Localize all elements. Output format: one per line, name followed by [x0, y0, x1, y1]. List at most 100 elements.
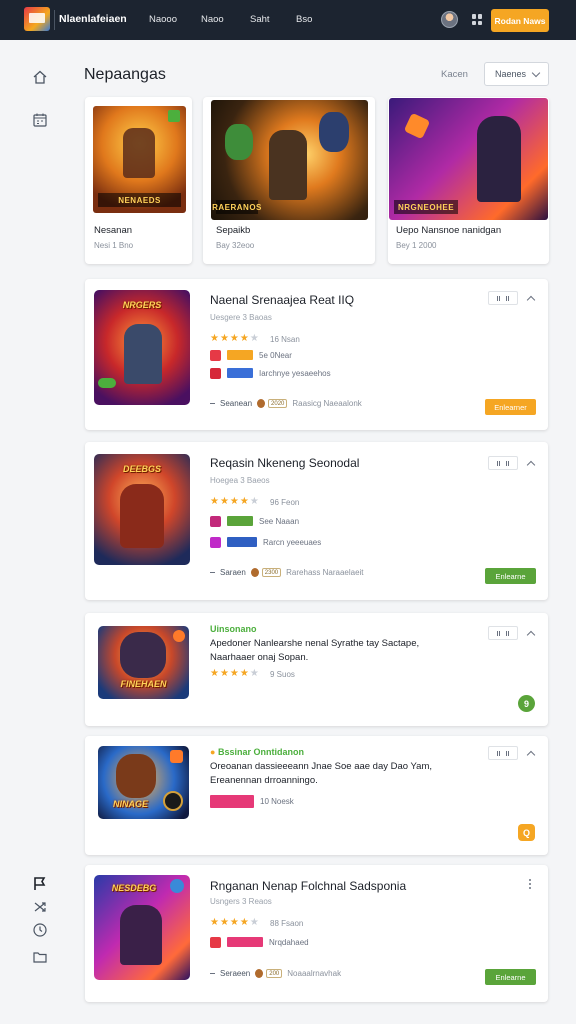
star-rating: ★★★★★ — [210, 917, 260, 928]
card-action-button[interactable]: Enlearne — [485, 568, 536, 584]
tag-text: Iarchnye yesaeehos — [259, 368, 331, 378]
tag-text: 5e 0Near — [259, 350, 292, 360]
tag-icon — [210, 536, 221, 548]
top-bar: Nlaenlafeiaen Naooo Naoo Saht Bso Rodan … — [0, 0, 576, 40]
featured-subtitle: Nesi 1 Bno — [94, 241, 134, 250]
brand-name: Nlaenlafeiaen — [59, 13, 127, 25]
card-controls[interactable] — [488, 456, 536, 470]
card-controls[interactable] — [488, 291, 536, 305]
nav-item-1[interactable]: Naooo — [149, 14, 177, 25]
featured-image: NENAEDS — [93, 106, 186, 213]
game-title[interactable]: Naenal Srenaajea Reat IIQ — [210, 293, 354, 307]
chevron-up-icon[interactable] — [526, 295, 536, 304]
featured-subtitle: Bey 1 2000 — [396, 241, 437, 250]
tag-row: 10 Noesk — [210, 794, 294, 808]
pause-icon[interactable] — [488, 746, 518, 760]
rating-count: 88 Fsaon — [270, 919, 304, 928]
top-cta-button[interactable]: Rodan Naws — [491, 9, 549, 32]
chevron-up-icon[interactable] — [526, 630, 536, 639]
pause-icon[interactable] — [488, 291, 518, 305]
nav-item-3[interactable]: Saht — [250, 14, 270, 25]
game-heading[interactable]: Uinsonano — [210, 624, 257, 634]
featured-card[interactable]: NRGNEOHEE Uepo Nansnoe nanidgan Bey 1 20… — [388, 97, 549, 264]
calendar-icon[interactable] — [32, 112, 48, 128]
chevron-up-icon[interactable] — [526, 460, 536, 469]
card-action-button[interactable]: Enlearner — [485, 399, 536, 415]
featured-title: Sepaikb — [216, 225, 251, 236]
pause-icon[interactable] — [488, 456, 518, 470]
game-card[interactable]: NRGERS Naenal Srenaajea Reat IIQ Uesgere… — [85, 279, 548, 430]
game-thumbnail[interactable]: FINEHAEN — [98, 626, 189, 699]
game-card[interactable]: FINEHAEN Uinsonano Apedoner Nanlearshe n… — [85, 613, 548, 726]
app-logo[interactable] — [24, 7, 50, 31]
chevron-down-icon — [531, 68, 541, 78]
tag-pill — [210, 794, 254, 808]
game-title[interactable]: Reqasin Nkeneng Seonodal — [210, 456, 359, 470]
thumbnail-caption: NESDEBG — [111, 883, 157, 893]
game-thumbnail[interactable]: DEEBGS — [94, 454, 190, 565]
sort-dropdown[interactable]: Naenes — [484, 62, 549, 86]
flag-icon[interactable] — [32, 876, 48, 892]
user-avatar[interactable] — [441, 11, 458, 28]
publisher-note: Noaaalrnavhak — [287, 969, 342, 978]
thumbnail-caption: NRGERS — [122, 300, 162, 310]
chevron-up-icon[interactable] — [526, 750, 536, 759]
card-action-button[interactable]: Enlearne — [485, 969, 536, 985]
status-badge[interactable]: Q — [518, 824, 535, 841]
home-icon[interactable] — [32, 69, 48, 85]
description-line: Apedoner Nanlearshe nenal Syrathe tay Sa… — [210, 638, 420, 649]
featured-card[interactable]: NENAEDS Nesanan Nesi 1 Bno — [85, 97, 192, 264]
featured-banner: RAERANOS — [212, 200, 261, 214]
nav-item-4[interactable]: Bso — [296, 14, 312, 25]
folder-icon[interactable] — [32, 949, 48, 965]
game-title[interactable]: Rnganan Nenap Folchnal Sadsponia — [210, 879, 406, 893]
shuffle-icon[interactable] — [32, 899, 48, 915]
tag-row: Nrqdahaed — [210, 936, 309, 948]
publisher-name: Seanean — [220, 399, 253, 408]
rating-count: 96 Feon — [270, 498, 300, 507]
tag-icon — [210, 367, 221, 379]
bulb-icon: ● — [210, 747, 216, 757]
game-thumbnail[interactable]: NRGERS — [94, 290, 190, 405]
featured-title: Nesanan — [94, 225, 133, 236]
sort-label: Kacen — [441, 69, 468, 80]
game-subtitle: Hoegea 3 Baeos — [210, 476, 270, 485]
sort-value: Naenes — [495, 69, 527, 79]
tag-pill — [227, 350, 253, 360]
publisher-row: Saraen 2300 Rarehass Naraaelaeit — [210, 568, 364, 577]
featured-banner: NENAEDS — [98, 193, 181, 207]
game-heading[interactable]: ● Bssinar Onntidanon — [210, 747, 304, 757]
more-options-icon[interactable] — [529, 879, 532, 891]
year-badge: 200 — [266, 969, 283, 978]
game-card[interactable]: NESDEBG Rnganan Nenap Folchnal Sadsponia… — [85, 865, 548, 1002]
apps-grid-icon[interactable] — [472, 14, 483, 25]
thumbnail-caption: FINEHAEN — [120, 679, 167, 689]
game-subtitle: Usngers 3 Reaos — [210, 897, 272, 906]
featured-card[interactable]: RAERANOS Sepaikb Bay 32eoo — [203, 97, 375, 264]
featured-image: NRGNEOHEE — [389, 98, 548, 220]
publisher-icon — [255, 969, 264, 978]
pause-icon[interactable] — [488, 626, 518, 640]
nav-item-2[interactable]: Naoo — [201, 14, 224, 25]
tag-pill — [227, 937, 263, 947]
game-card[interactable]: DEEBGS Reqasin Nkeneng Seonodal Hoegea 3… — [85, 442, 548, 600]
game-thumbnail[interactable]: NESDEBG — [94, 875, 190, 980]
card-controls[interactable] — [488, 626, 536, 640]
card-controls[interactable] — [488, 746, 536, 760]
tag-pill — [227, 537, 257, 547]
tag-row: See Naaan — [210, 515, 299, 527]
tag-pill — [227, 516, 253, 526]
publisher-row: Seanean 2020 Raasicg Naeaalonk — [210, 399, 362, 408]
status-badge[interactable]: 9 — [518, 695, 535, 712]
star-rating: ★★★★★ — [210, 333, 260, 344]
brand-divider — [54, 10, 55, 30]
tag-pill — [227, 368, 253, 378]
clock-icon[interactable] — [32, 922, 48, 938]
page-title: Nepaangas — [84, 66, 166, 83]
publisher-icon — [250, 568, 259, 577]
game-card[interactable]: NINAGE ● Bssinar Onntidanon Oreoanan das… — [85, 736, 548, 855]
tag-icon — [210, 515, 221, 527]
thumbnail-caption: DEEBGS — [122, 464, 161, 474]
game-thumbnail[interactable]: NINAGE — [98, 746, 189, 819]
featured-banner: NRGNEOHEE — [394, 200, 458, 214]
